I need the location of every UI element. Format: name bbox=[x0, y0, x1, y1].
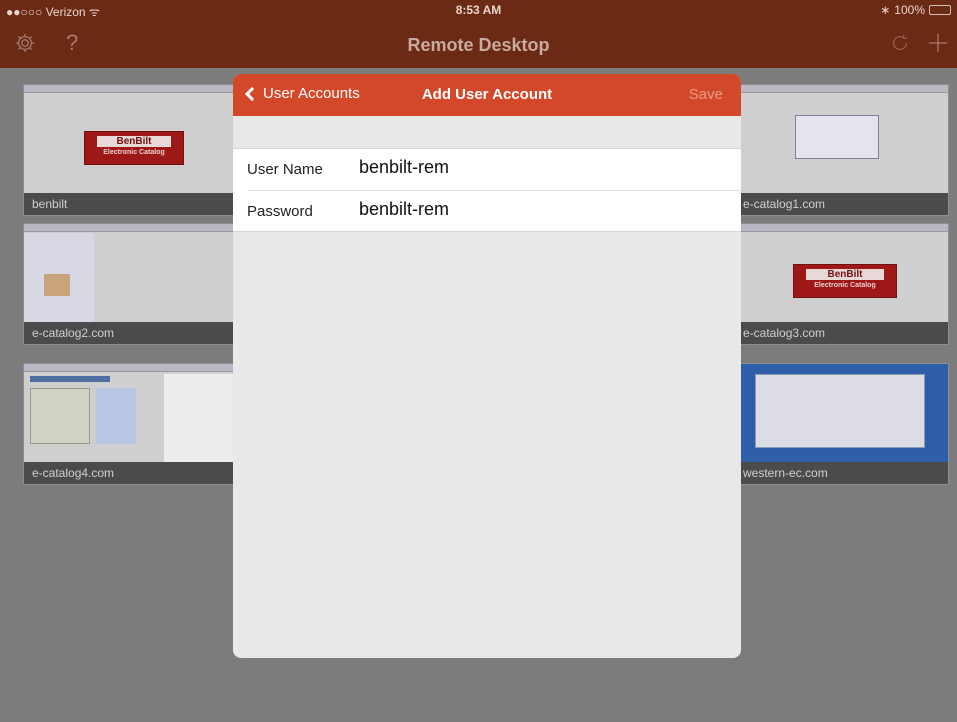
desktop-tile-e-catalog1[interactable]: e-catalog1.com bbox=[724, 84, 949, 216]
tile-label: e-catalog1.com bbox=[725, 193, 948, 215]
desktop-tile-benbilt[interactable]: BenBilt Electronic Catalog benbilt bbox=[23, 84, 235, 216]
tile-label: benbilt bbox=[24, 193, 234, 215]
status-bar: ●●○○○ Verizon ᯤ 8:53 AM ∗ 100% bbox=[0, 0, 957, 20]
modal-header: User Accounts Add User Account Save bbox=[233, 74, 741, 116]
desktop-thumbnail bbox=[24, 224, 234, 322]
battery-percent: 100% bbox=[894, 3, 925, 17]
modal-title: Add User Account bbox=[421, 86, 553, 103]
tile-label: e-catalog3.com bbox=[725, 322, 948, 344]
benbilt-logo: BenBilt Electronic Catalog bbox=[793, 264, 897, 298]
battery-icon bbox=[929, 5, 951, 15]
tile-label: western-ec.com bbox=[725, 462, 948, 484]
benbilt-logo: BenBilt Electronic Catalog bbox=[84, 131, 184, 165]
status-time: 8:53 AM bbox=[455, 3, 502, 17]
username-label: User Name bbox=[247, 161, 323, 178]
password-label: Password bbox=[247, 203, 313, 220]
desktop-tile-western-ec[interactable]: western-ec.com bbox=[724, 363, 949, 485]
save-button[interactable]: Save bbox=[689, 86, 723, 103]
bluetooth-icon: ∗ bbox=[880, 3, 891, 17]
desktop-thumbnail bbox=[24, 364, 234, 462]
desktop-tile-e-catalog3[interactable]: BenBilt Electronic Catalog e-catalog3.co… bbox=[724, 223, 949, 345]
desktop-thumbnail: BenBilt Electronic Catalog bbox=[725, 224, 948, 322]
desktop-tile-e-catalog4[interactable]: e-catalog4.com bbox=[23, 363, 235, 485]
tile-label: e-catalog4.com bbox=[24, 462, 234, 484]
account-form: User Name benbilt-rem Password benbilt-r… bbox=[233, 148, 741, 232]
desktop-thumbnail bbox=[725, 364, 948, 462]
battery-status: ∗ 100% bbox=[880, 3, 951, 17]
tile-label: e-catalog2.com bbox=[24, 322, 234, 344]
desktop-thumbnail: BenBilt Electronic Catalog bbox=[24, 85, 234, 193]
add-icon[interactable] bbox=[927, 32, 949, 58]
password-field[interactable]: benbilt-rem bbox=[359, 199, 449, 220]
add-user-account-modal: User Accounts Add User Account Save User… bbox=[233, 74, 741, 658]
password-row[interactable]: Password benbilt-rem bbox=[247, 190, 741, 231]
app-title: Remote Desktop bbox=[407, 35, 550, 55]
refresh-icon[interactable] bbox=[889, 32, 911, 58]
username-row[interactable]: User Name benbilt-rem bbox=[233, 149, 741, 190]
username-field[interactable]: benbilt-rem bbox=[359, 157, 449, 178]
desktop-thumbnail bbox=[725, 85, 948, 193]
desktop-tile-e-catalog2[interactable]: e-catalog2.com bbox=[23, 223, 235, 345]
app-nav-bar: ? Remote Desktop bbox=[0, 20, 957, 68]
